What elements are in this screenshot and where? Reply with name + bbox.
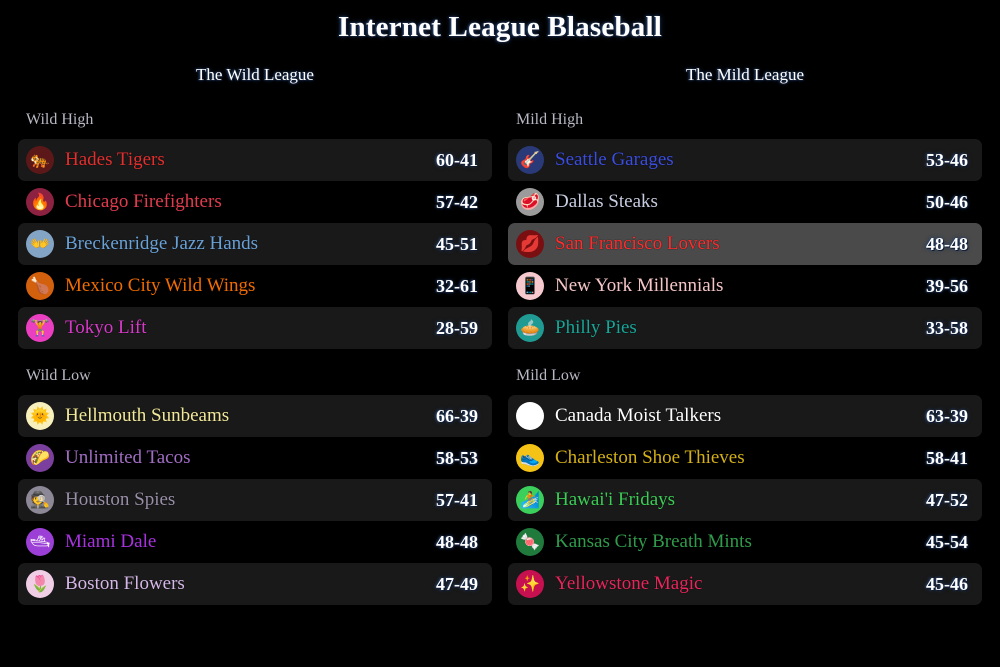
subleague-section: Wild High 🐅 Hades Tigers 60-41 🔥 Chicago Fire…	[18, 111, 492, 349]
poultry-leg-icon: 🍗	[26, 272, 54, 300]
standings-list: 🌞 Hellmouth Sunbeams 66-39 🌮 Unlimited Tacos…	[18, 395, 492, 605]
team-row[interactable]: 🔥 Chicago Firefighters 57-42	[18, 181, 492, 223]
team-name[interactable]: Hades Tigers	[65, 149, 436, 171]
sparkles-icon: ✨	[516, 570, 544, 598]
white-circle-icon: ⚪	[516, 402, 544, 430]
detective-icon: 🕵	[26, 486, 54, 514]
team-name[interactable]: Dallas Steaks	[555, 191, 926, 213]
league-name: The Mild League	[685, 65, 804, 84]
cut-of-meat-icon: 🥩	[516, 188, 544, 216]
team-record: 58-53	[436, 447, 478, 468]
team-name[interactable]: Charleston Shoe Thieves	[555, 447, 926, 469]
team-row[interactable]: 🛥 Miami Dale 48-48	[18, 521, 492, 563]
team-record: 53-46	[926, 149, 968, 170]
team-row[interactable]: 🐅 Hades Tigers 60-41	[18, 139, 492, 181]
team-name[interactable]: Hawai'i Fridays	[555, 489, 926, 511]
fire-icon: 🔥	[26, 188, 54, 216]
subleague-name: Mild Low	[516, 367, 581, 384]
team-record: 58-41	[926, 447, 968, 468]
team-name[interactable]: Philly Pies	[555, 317, 926, 339]
team-name[interactable]: Seattle Garages	[555, 149, 926, 171]
team-name[interactable]: Chicago Firefighters	[65, 191, 436, 213]
team-name[interactable]: Canada Moist Talkers	[555, 405, 926, 427]
team-row[interactable]: 🌷 Boston Flowers 47-49	[18, 563, 492, 605]
team-record: 45-46	[926, 573, 968, 594]
team-row[interactable]: 🍗 Mexico City Wild Wings 32-61	[18, 265, 492, 307]
league-column: The Wild League Wild High 🐅 Hades Tigers 60-…	[10, 65, 500, 623]
team-row[interactable]: ⚪ Canada Moist Talkers 63-39	[508, 395, 982, 437]
team-record: 60-41	[436, 149, 478, 170]
team-name[interactable]: Yellowstone Magic	[555, 573, 926, 595]
team-record: 32-61	[436, 275, 478, 296]
team-row[interactable]: 🌮 Unlimited Tacos 58-53	[18, 437, 492, 479]
team-record: 45-54	[926, 531, 968, 552]
page-title: Internet League Blaseball	[338, 11, 662, 43]
team-row[interactable]: 💋 San Francisco Lovers 48-48	[508, 223, 982, 265]
standings-page: Internet League Blaseball The Wild Leagu…	[0, 0, 1000, 667]
team-record: 39-56	[926, 275, 968, 296]
weightlifter-icon: 🏋	[26, 314, 54, 342]
tiger-icon: 🐅	[26, 146, 54, 174]
team-row[interactable]: ✨ Yellowstone Magic 45-46	[508, 563, 982, 605]
standings-list: 🐅 Hades Tigers 60-41 🔥 Chicago Firefighters 5…	[18, 139, 492, 349]
team-name[interactable]: Houston Spies	[65, 489, 436, 511]
candy-icon: 🍬	[516, 528, 544, 556]
surfing-icon: 🏄	[516, 486, 544, 514]
speedboat-icon: 🛥	[26, 528, 54, 556]
team-name[interactable]: Hellmouth Sunbeams	[65, 405, 436, 427]
team-row[interactable]: 📱 New York Millennials 39-56	[508, 265, 982, 307]
running-shoe-icon: 👟	[516, 444, 544, 472]
team-record: 47-49	[436, 573, 478, 594]
team-name[interactable]: Tokyo Lift	[65, 317, 436, 339]
team-name[interactable]: Mexico City Wild Wings	[65, 275, 436, 297]
team-row[interactable]: 👟 Charleston Shoe Thieves 58-41	[508, 437, 982, 479]
team-record: 57-42	[436, 191, 478, 212]
team-record: 33-58	[926, 317, 968, 338]
team-row[interactable]: 🌞 Hellmouth Sunbeams 66-39	[18, 395, 492, 437]
subleague-name: Wild High	[26, 111, 94, 128]
subleague-section: Wild Low 🌞 Hellmouth Sunbeams 66-39 🌮 Unlimit…	[18, 367, 492, 605]
team-row[interactable]: 🎸 Seattle Garages 53-46	[508, 139, 982, 181]
standings-list: ⚪ Canada Moist Talkers 63-39 👟 Charleston Sh…	[508, 395, 982, 605]
team-record: 48-48	[926, 233, 968, 254]
standings-list: 🎸 Seattle Garages 53-46 🥩 Dallas Steaks 50-46…	[508, 139, 982, 349]
team-name[interactable]: Unlimited Tacos	[65, 447, 436, 469]
mobile-phone-icon: 📱	[516, 272, 544, 300]
team-record: 47-52	[926, 489, 968, 510]
team-name[interactable]: San Francisco Lovers	[555, 233, 926, 255]
team-record: 63-39	[926, 405, 968, 426]
tulip-icon: 🌷	[26, 570, 54, 598]
team-name[interactable]: Breckenridge Jazz Hands	[65, 233, 436, 255]
leagues-container: The Wild League Wild High 🐅 Hades Tigers 60-…	[0, 65, 1000, 623]
sun-with-face-icon: 🌞	[26, 402, 54, 430]
subleague-section: Mild Low ⚪ Canada Moist Talkers 63-39 👟 Charl…	[508, 367, 982, 605]
open-hands-icon: 👐	[26, 230, 54, 258]
team-name[interactable]: Miami Dale	[65, 531, 436, 553]
team-name[interactable]: Boston Flowers	[65, 573, 436, 595]
subleague-name: Mild High	[516, 111, 584, 128]
kiss-mark-icon: 💋	[516, 230, 544, 258]
team-row[interactable]: 🏋 Tokyo Lift 28-59	[18, 307, 492, 349]
team-record: 28-59	[436, 317, 478, 338]
subleague-section: Mild High 🎸 Seattle Garages 53-46 🥩 Dallas St…	[508, 111, 982, 349]
team-name[interactable]: New York Millennials	[555, 275, 926, 297]
subleague-name: Wild Low	[26, 367, 91, 384]
team-record: 48-48	[436, 531, 478, 552]
guitar-icon: 🎸	[516, 146, 544, 174]
team-record: 66-39	[436, 405, 478, 426]
team-row[interactable]: 🕵 Houston Spies 57-41	[18, 479, 492, 521]
team-record: 50-46	[926, 191, 968, 212]
team-record: 45-51	[436, 233, 478, 254]
team-row[interactable]: 🥧 Philly Pies 33-58	[508, 307, 982, 349]
team-row[interactable]: 👐 Breckenridge Jazz Hands 45-51	[18, 223, 492, 265]
taco-icon: 🌮	[26, 444, 54, 472]
team-row[interactable]: 🏄 Hawai'i Fridays 47-52	[508, 479, 982, 521]
pie-icon: 🥧	[516, 314, 544, 342]
league-column: The Mild League Mild High 🎸 Seattle Garages…	[500, 65, 990, 623]
team-record: 57-41	[436, 489, 478, 510]
team-row[interactable]: 🥩 Dallas Steaks 50-46	[508, 181, 982, 223]
team-name[interactable]: Kansas City Breath Mints	[555, 531, 926, 553]
team-row[interactable]: 🍬 Kansas City Breath Mints 45-54	[508, 521, 982, 563]
league-name: The Wild League	[196, 65, 314, 84]
